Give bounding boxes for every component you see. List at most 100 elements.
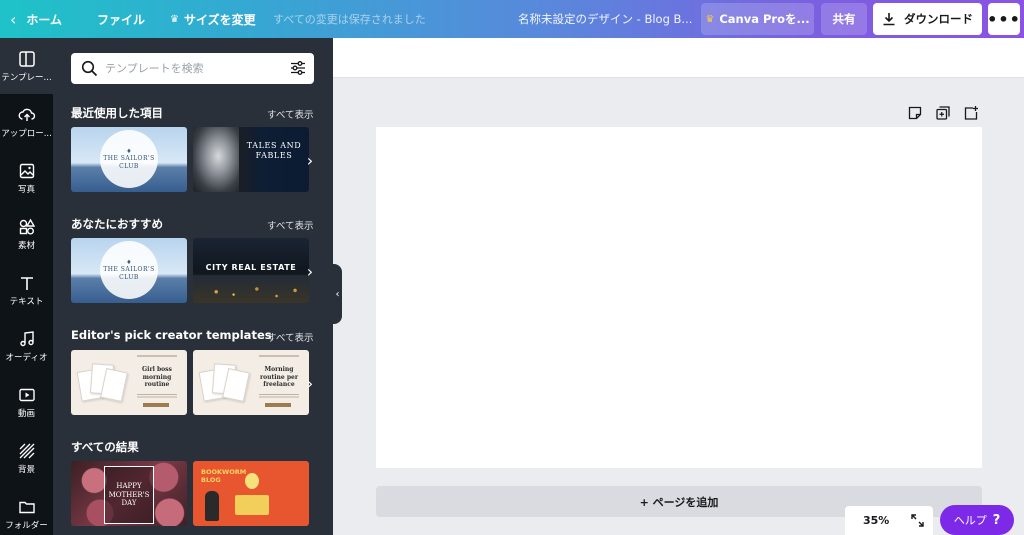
- note-icon[interactable]: [907, 105, 923, 121]
- thumb-title: Girl boss morning routine: [142, 366, 172, 388]
- section-title-recommended: あなたにおすすめ: [71, 217, 163, 231]
- rail-item-text[interactable]: テキスト: [0, 262, 53, 318]
- section-title-recent: 最近使用した項目: [71, 106, 163, 120]
- thumb-title: TALES AND FABLES: [246, 141, 302, 161]
- scroll-right-arrow[interactable]: ›: [303, 145, 317, 175]
- rail-label: 写真: [17, 184, 35, 195]
- rail-label: 背景: [17, 464, 35, 475]
- duplicate-page-icon[interactable]: [935, 105, 951, 121]
- file-menu-button[interactable]: ファイル: [97, 0, 145, 38]
- thumb-title: CITY REAL ESTATE: [205, 263, 297, 272]
- save-status: すべての変更は保存されました: [273, 13, 426, 26]
- resize-button[interactable]: ♛ サイズを変更: [170, 0, 256, 38]
- template-thumb-bookworm-blog[interactable]: BOOKWORM BLOG: [193, 461, 309, 526]
- scroll-right-arrow[interactable]: ›: [303, 368, 317, 398]
- book-image: [235, 495, 269, 515]
- question-icon: ?: [992, 512, 1001, 528]
- rail-item-templates[interactable]: テンプレー...: [0, 38, 53, 94]
- template-search-box[interactable]: [71, 53, 314, 84]
- zoom-level[interactable]: 35%: [863, 514, 889, 527]
- section-title-all-results: すべての結果: [71, 440, 139, 454]
- rail-label: 素材: [17, 240, 35, 251]
- upload-icon: [18, 108, 35, 121]
- thumb-title: BOOKWORM BLOG: [201, 468, 247, 484]
- see-all-link[interactable]: すべて表示: [267, 107, 313, 121]
- scroll-right-arrow[interactable]: ›: [303, 256, 317, 286]
- help-button[interactable]: ヘルプ ?: [940, 505, 1014, 535]
- rail-label: オーディオ: [5, 352, 48, 363]
- home-label: ホーム: [26, 12, 63, 27]
- rail-label: テキスト: [9, 296, 44, 307]
- template-icon: [18, 50, 35, 67]
- folder-icon: [18, 501, 35, 513]
- rail-item-elements[interactable]: 素材: [0, 206, 53, 262]
- add-page-icon[interactable]: [963, 105, 979, 121]
- thumb-badge: ♦ THE SAILOR'S CLUB: [100, 130, 158, 188]
- rail-label: 動画: [17, 408, 35, 419]
- download-label: ダウンロード: [904, 12, 973, 26]
- city-lights-image: [193, 275, 309, 303]
- collapse-panel-button[interactable]: ‹: [333, 264, 342, 324]
- share-button[interactable]: 共有: [821, 3, 867, 35]
- home-button[interactable]: ‹ ホーム: [10, 0, 62, 38]
- bulb-image: [245, 473, 259, 489]
- elements-icon: [19, 218, 35, 234]
- drop-icon: ♦: [126, 259, 132, 267]
- background-icon: [19, 443, 34, 458]
- help-label: ヘルプ: [953, 514, 987, 527]
- fullscreen-icon[interactable]: [911, 514, 925, 527]
- thumb-title: HAPPY MOTHER'S DAY: [104, 466, 154, 524]
- left-rail: テンプレー... アップロー... 写真 素材 テキスト オーディオ 動画 背景…: [0, 38, 53, 535]
- template-search-input[interactable]: [105, 53, 285, 84]
- rail-item-video[interactable]: 動画: [0, 374, 53, 430]
- download-button[interactable]: ダウンロード: [873, 3, 982, 35]
- design-title[interactable]: 名称未設定のデザイン - Blog B...: [518, 0, 692, 38]
- template-thumb-sailors-club[interactable]: ♦ THE SAILOR'S CLUB: [71, 238, 187, 303]
- rail-item-folder[interactable]: フォルダー: [0, 486, 53, 535]
- template-thumb-morning-routine[interactable]: Morning routine per freelance: [193, 350, 309, 415]
- zoom-control[interactable]: 35%: [845, 506, 933, 535]
- rail-item-photos[interactable]: 写真: [0, 150, 53, 206]
- photo-icon: [19, 163, 34, 178]
- drop-icon: ♦: [126, 148, 132, 156]
- template-thumb-girl-boss[interactable]: Girl boss morning routine: [71, 350, 187, 415]
- search-icon: [81, 60, 98, 77]
- papers-image: [198, 360, 251, 406]
- more-options-button[interactable]: •••: [987, 3, 1020, 35]
- thumb-title: THE SAILOR'S CLUB: [103, 155, 155, 170]
- rail-item-background[interactable]: 背景: [0, 430, 53, 486]
- template-thumb-sailors-club[interactable]: ♦ THE SAILOR'S CLUB: [71, 127, 187, 192]
- templates-panel: 最近使用した項目 すべて表示 ♦ THE SAILOR'S CLUB TALES…: [53, 38, 333, 535]
- resize-label: サイズを変更: [183, 12, 256, 27]
- thumb-title: THE SAILOR'S CLUB: [103, 266, 155, 281]
- rail-item-audio[interactable]: オーディオ: [0, 318, 53, 374]
- thumb-title: Morning routine per freelance: [259, 366, 299, 388]
- canva-pro-button[interactable]: ♛ Canva Proを...: [701, 3, 814, 35]
- template-thumb-mothers-day[interactable]: HAPPY MOTHER'S DAY: [71, 461, 187, 526]
- crown-icon: ♛: [705, 13, 715, 25]
- figure-image: [205, 491, 219, 521]
- audio-icon: [19, 330, 34, 346]
- rail-label: フォルダー: [5, 520, 48, 531]
- rail-label: テンプレー...: [1, 72, 52, 83]
- lion-image: [193, 127, 239, 192]
- section-title-editors-pick: Editor's pick creator templates: [71, 328, 272, 342]
- editor-toolbar: [333, 38, 1024, 78]
- text-icon: [20, 276, 33, 290]
- thumb-badge: ♦ THE SAILOR'S CLUB: [100, 241, 158, 299]
- download-icon: [883, 13, 895, 26]
- papers-image: [76, 360, 129, 406]
- top-bar: ‹ ホーム ファイル ♛ サイズを変更 すべての変更は保存されました 名称未設定…: [0, 0, 1024, 38]
- chevron-left-icon: ‹: [10, 9, 17, 29]
- rail-item-uploads[interactable]: アップロー...: [0, 94, 53, 150]
- pro-label: Canva Proを...: [719, 12, 810, 26]
- template-thumb-tales-and-fables[interactable]: TALES AND FABLES: [193, 127, 309, 192]
- see-all-link[interactable]: すべて表示: [267, 218, 313, 232]
- template-thumb-city-real-estate[interactable]: CITY REAL ESTATE: [193, 238, 309, 303]
- see-all-link[interactable]: すべて表示: [267, 330, 313, 344]
- filter-icon[interactable]: [290, 60, 306, 76]
- design-canvas[interactable]: [376, 127, 982, 468]
- rail-label: アップロー...: [1, 128, 52, 139]
- crown-icon: ♛: [170, 13, 179, 25]
- video-icon: [18, 388, 35, 401]
